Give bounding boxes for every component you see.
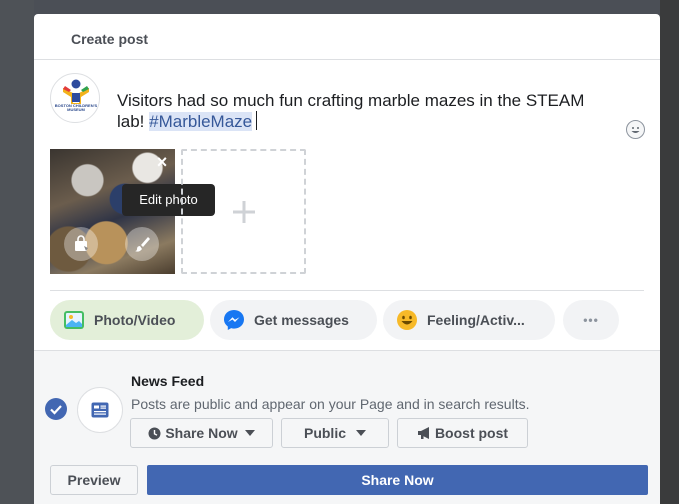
share-timing-dropdown[interactable]: Share Now	[130, 418, 273, 448]
share-now-label: Share Now	[361, 472, 434, 488]
plus-icon	[183, 151, 304, 272]
megaphone-icon	[417, 427, 429, 439]
composer-divider	[50, 290, 644, 291]
create-post-dialog: Create post BOSTON CHILDREN'S MUSEUM Vis…	[34, 14, 660, 504]
text-caret	[256, 111, 258, 130]
news-feed-title: News Feed	[131, 373, 205, 389]
photo-video-button[interactable]: Photo/Video	[50, 300, 204, 340]
news-feed-avatar	[77, 387, 123, 433]
museum-logo-icon	[63, 79, 89, 104]
news-feed-description: Posts are public and appear on your Page…	[131, 396, 530, 412]
backdrop-right	[660, 0, 679, 504]
more-options-button[interactable]: •••	[563, 300, 619, 340]
photo-video-label: Photo/Video	[94, 312, 176, 328]
dialog-title: Create post	[71, 31, 149, 47]
news-feed-icon	[91, 402, 109, 418]
post-hashtag[interactable]: #MarbleMaze	[149, 112, 253, 131]
dialog-header: Create post	[34, 14, 660, 60]
messenger-icon	[224, 310, 244, 330]
post-text-input[interactable]: Visitors had so much fun crafting marble…	[117, 90, 587, 132]
boost-post-button[interactable]: Boost post	[397, 418, 528, 448]
avatar-caption: BOSTON CHILDREN'S MUSEUM	[54, 103, 98, 112]
clock-icon	[148, 427, 161, 439]
shopping-bag-icon	[75, 235, 88, 251]
caret-down-icon	[244, 430, 255, 436]
smiley-icon	[631, 127, 640, 133]
page-avatar[interactable]: BOSTON CHILDREN'S MUSEUM	[50, 73, 100, 123]
feeling-activity-button[interactable]: Feeling/Activ...	[383, 300, 555, 340]
more-icon: •••	[583, 313, 599, 327]
boost-post-label: Boost post	[434, 425, 509, 441]
caret-down-icon	[356, 430, 366, 436]
remove-photo-button[interactable]: ×	[154, 153, 170, 171]
checkmark-icon	[50, 405, 62, 415]
get-messages-button[interactable]: Get messages	[210, 300, 377, 340]
smiley-icon	[397, 310, 417, 330]
privacy-dropdown[interactable]: Public	[281, 418, 389, 448]
photo-icon	[64, 311, 84, 329]
backdrop-left	[0, 0, 34, 504]
emoji-picker-button[interactable]	[626, 120, 645, 139]
share-timing-label: Share Now	[165, 425, 238, 441]
preview-label: Preview	[67, 472, 121, 488]
news-feed-checkbox[interactable]	[45, 398, 67, 420]
get-messages-label: Get messages	[254, 312, 349, 328]
add-photo-tile[interactable]	[181, 149, 306, 274]
edit-photo-button[interactable]	[125, 227, 159, 261]
audience-section: News Feed Posts are public and appear on…	[34, 350, 660, 504]
paintbrush-icon	[135, 237, 150, 252]
feeling-activity-label: Feeling/Activ...	[427, 312, 525, 328]
share-now-button[interactable]: Share Now	[147, 465, 648, 495]
preview-button[interactable]: Preview	[50, 465, 138, 495]
privacy-label: Public	[303, 425, 346, 441]
tag-product-button[interactable]	[64, 227, 98, 261]
